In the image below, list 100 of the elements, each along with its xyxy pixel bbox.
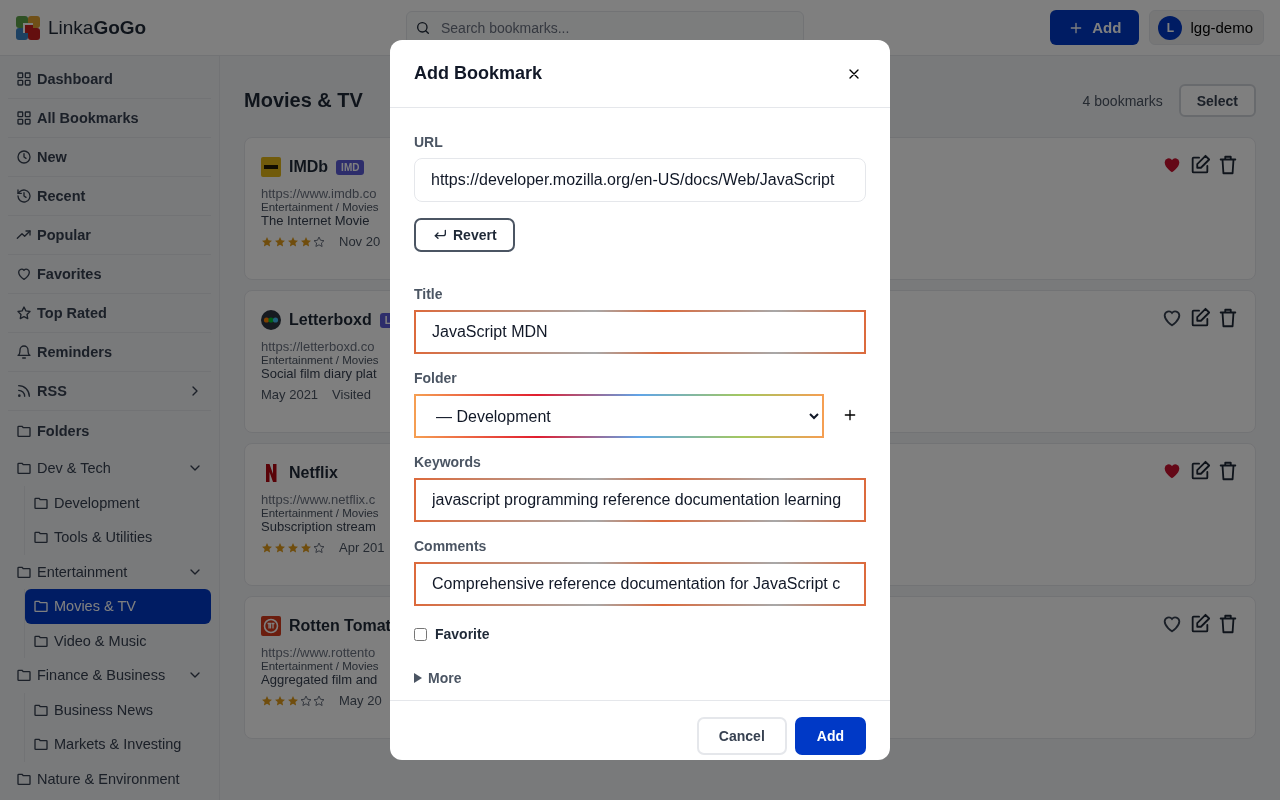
sidebar-item[interactable]: Top Rated (8, 294, 211, 333)
star-outline-icon (300, 694, 312, 707)
star-filled-icon (261, 235, 273, 248)
folder-path: Entertainment / Movies (261, 660, 379, 672)
folder-icon (16, 460, 32, 477)
sidebar-item[interactable]: All Bookmarks (8, 99, 211, 138)
trash-icon[interactable] (1217, 460, 1239, 482)
sidebar-item[interactable]: Dashboard (8, 60, 211, 99)
folder-path: Entertainment / Movies (261, 354, 379, 366)
folder-item[interactable]: Tools & Utilities (25, 520, 211, 555)
page-title: Movies & TV (244, 89, 364, 112)
sidebar-item[interactable]: Reminders (8, 333, 211, 372)
folder-item[interactable]: Nature & Environment (8, 761, 211, 796)
sidebar-item[interactable]: RSS (8, 372, 211, 411)
folder-dropdown[interactable]: — Development (414, 394, 824, 438)
sidebar-item[interactable]: Favorites (8, 255, 211, 294)
visited-label: Visited (332, 387, 371, 402)
sidebar-item[interactable]: New (8, 138, 211, 177)
star-filled-icon (274, 235, 286, 248)
star-filled-icon (274, 541, 286, 554)
folder-item[interactable]: Movies & TV (25, 589, 211, 624)
folder-item[interactable]: Development (25, 485, 211, 520)
folder-item[interactable]: Dev & Tech (8, 451, 211, 486)
more-toggle[interactable]: More (414, 670, 462, 686)
star-outline-icon (313, 541, 325, 554)
star-outline-icon (313, 235, 325, 248)
site-logo-icon (261, 616, 281, 636)
site-logo-icon (261, 157, 281, 177)
clock-icon (16, 149, 32, 165)
edit-icon[interactable] (1189, 613, 1211, 635)
trash-icon[interactable] (1217, 307, 1239, 329)
favorite-checkbox[interactable] (414, 627, 427, 641)
bookmark-date: May 2021 (261, 387, 319, 402)
app-name: LinkaGoGo (48, 16, 147, 39)
folders-heading: Folders (8, 411, 211, 451)
bookmark-description: Subscription stream (261, 519, 376, 534)
bookmark-description: Aggregated film and (261, 672, 378, 687)
folder-item[interactable]: Business News (25, 692, 211, 727)
folder-icon (33, 736, 49, 753)
bookmark-description: Social film diary plat (261, 366, 377, 381)
search-input[interactable]: Search bookmarks... (439, 18, 795, 37)
field-label: Comments (414, 538, 488, 554)
edit-icon[interactable] (1189, 460, 1211, 482)
bookmark-url: https://www.rottento (261, 645, 376, 660)
edit-icon[interactable] (1189, 154, 1211, 176)
add-submit-button[interactable]: Add (794, 717, 866, 755)
star-filled-icon (261, 694, 273, 707)
folder-icon (33, 598, 49, 615)
bookmark-url: https://www.netflix.c (261, 492, 376, 507)
text-field[interactable]: javascript programming reference documentation learning (414, 478, 866, 522)
bookmark-title[interactable]: Letterboxd (289, 311, 372, 329)
bookmark-date: Apr 201 (339, 540, 385, 555)
field-label: Title (414, 286, 444, 302)
trash-icon[interactable] (1217, 613, 1239, 635)
triangle-right-icon (414, 673, 422, 683)
add-button[interactable]: Add (1050, 10, 1140, 45)
sidebar-item[interactable]: Recent (8, 177, 211, 216)
text-field[interactable]: Comprehensive reference documentation for JavaScript c (414, 562, 866, 606)
folder-path: Entertainment / Movies (261, 507, 379, 519)
text-field[interactable]: https://developer.mozilla.org/en-US/docs/Web/JavaScript (414, 158, 866, 202)
star-filled-icon (287, 541, 299, 554)
heart-outline-icon[interactable] (1161, 307, 1183, 329)
text-field[interactable]: JavaScript MDN (414, 310, 866, 354)
user-avatar: L (1158, 15, 1183, 40)
folder-item[interactable]: Finance & Business (8, 658, 211, 693)
heart-icon (16, 266, 32, 282)
star-filled-icon (261, 541, 273, 554)
bookmark-title[interactable]: Netflix (289, 464, 338, 482)
bookmark-description: The Internet Movie (261, 213, 370, 228)
select-button[interactable]: Select (1178, 84, 1256, 117)
cancel-button[interactable]: Cancel (696, 717, 787, 755)
bookmark-badge: IMD (336, 159, 365, 175)
folder-item[interactable]: Video & Music (25, 623, 211, 658)
folder-item[interactable]: Entertainment (8, 554, 211, 589)
star-icon (16, 305, 32, 321)
field-label: Keywords (414, 454, 482, 470)
grid-icon (16, 110, 32, 126)
trash-icon[interactable] (1217, 154, 1239, 176)
sidebar-item[interactable]: Popular (8, 216, 211, 255)
bookmark-url: https://www.imdb.co (261, 186, 377, 201)
folder-path: Entertainment / Movies (261, 201, 379, 213)
field-label: Folder (414, 370, 458, 386)
user-menu-button[interactable]: L lgg-demo (1149, 10, 1264, 45)
revert-button[interactable]: Revert (414, 218, 515, 252)
bookmark-title[interactable]: Rotten Tomat (289, 617, 391, 635)
bookmark-url: https://letterboxd.co (261, 339, 375, 354)
bookmark-title[interactable]: IMDb (289, 158, 329, 176)
bookmark-count: 4 bookmarks (1082, 92, 1163, 109)
folder-icon (16, 667, 32, 684)
history-icon (16, 188, 32, 204)
heart-outline-icon[interactable] (1161, 613, 1183, 635)
star-filled-icon (287, 694, 299, 707)
search-icon (415, 19, 431, 36)
star-filled-icon (300, 235, 312, 248)
dialog-title: Add Bookmark (414, 63, 544, 84)
checkbox-label: Favorite (435, 626, 490, 642)
star-outline-icon (313, 694, 325, 707)
folder-item[interactable]: Markets & Investing (25, 727, 211, 762)
star-filled-icon (287, 235, 299, 248)
edit-icon[interactable] (1189, 307, 1211, 329)
